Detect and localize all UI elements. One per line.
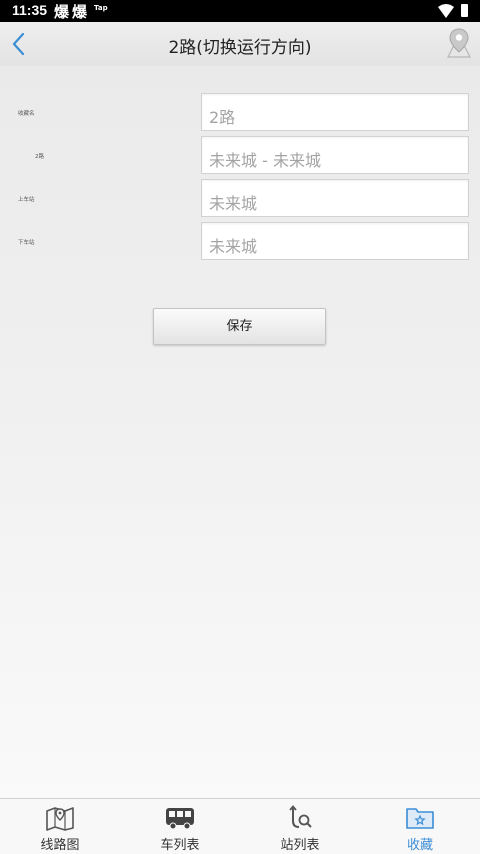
form-row-route: 2路 未来城 - 未来城	[0, 136, 480, 174]
favorite-name-field[interactable]: 2路	[201, 93, 469, 131]
route-label: 2路	[35, 154, 44, 160]
notification-icon: 爆	[54, 3, 70, 21]
status-bar: 11:35 爆 爆 Tap	[0, 0, 480, 22]
page-title: 2路(切换运行方向)	[168, 38, 312, 58]
tab-favorites[interactable]: 收藏	[360, 799, 480, 854]
tab-route-map[interactable]: 线路图	[0, 799, 120, 854]
battery-icon	[461, 4, 468, 17]
alighting-station-label: 下车站	[18, 240, 35, 246]
boarding-station-label: 上车站	[18, 197, 35, 203]
tab-bar: 线路图 车列表 站列表 收藏	[0, 798, 480, 854]
favorite-name-label: 收藏名	[18, 111, 35, 117]
form-row-favorite-name: 收藏名 2路	[0, 93, 480, 131]
bus-icon	[166, 808, 194, 830]
wifi-icon	[438, 4, 454, 18]
save-button[interactable]: 保存	[153, 308, 326, 345]
map-pin-icon	[447, 28, 471, 58]
tab-label: 车列表	[160, 838, 200, 853]
map-button[interactable]	[444, 27, 474, 59]
notification-icon: Tap	[94, 4, 108, 12]
header: 2路(切换运行方向)	[0, 22, 480, 66]
favorites-folder-icon	[406, 808, 434, 829]
form-row-boarding-station: 上车站 未来城	[0, 179, 480, 217]
notification-icon: 爆	[72, 3, 88, 21]
tab-station-list[interactable]: 站列表	[240, 799, 360, 854]
screen: 11:35 爆 爆 Tap 2路(切换运行方向) 收藏名 2路 2路 未来城 -…	[0, 0, 480, 854]
alighting-station-field[interactable]: 未来城	[201, 222, 469, 260]
form-row-alighting-station: 下车站 未来城	[0, 222, 480, 260]
tab-label: 线路图	[40, 838, 80, 853]
boarding-station-field[interactable]: 未来城	[201, 179, 469, 217]
tab-bus-list[interactable]: 车列表	[120, 799, 240, 854]
tab-label: 收藏	[406, 838, 433, 853]
tab-label: 站列表	[280, 838, 320, 853]
route-map-icon	[46, 807, 74, 831]
status-time: 11:35	[12, 2, 48, 18]
station-search-icon	[289, 805, 312, 828]
route-direction-field[interactable]: 未来城 - 未来城	[201, 136, 469, 174]
